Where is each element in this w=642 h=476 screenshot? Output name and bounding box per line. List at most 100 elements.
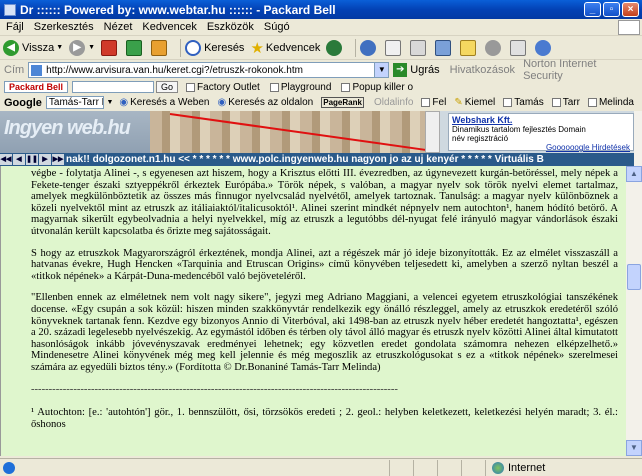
search-button[interactable]: Keresés <box>185 39 244 56</box>
playground-link[interactable]: Playground <box>269 82 331 93</box>
marquee-back-icon[interactable]: ◀ <box>13 154 25 165</box>
article-paragraph: végbe - folytatja Alinei -, s egyenesen … <box>31 168 618 237</box>
menu-edit[interactable]: Szerkesztés <box>34 21 94 33</box>
menu-tools[interactable]: Eszközök <box>207 21 254 33</box>
search-site-button[interactable]: ◉ Keresés az oldalon <box>217 97 313 108</box>
factory-outlet-link[interactable]: Factory Outlet <box>186 82 260 93</box>
status-cell <box>414 459 438 476</box>
internet-globe-icon <box>492 461 504 474</box>
mail-icon <box>385 39 402 56</box>
go-button[interactable]: ➔ Ugrás <box>393 63 440 77</box>
ingyenweb-logo[interactable]: Ingyen web.hu <box>0 111 150 153</box>
menu-view[interactable]: Nézet <box>104 21 133 33</box>
scroll-up-icon[interactable]: ▲ <box>626 166 642 182</box>
menu-bar: Fájl Szerkesztés Nézet Kedvencek Eszközö… <box>0 19 642 36</box>
menu-help[interactable]: Súgó <box>264 21 290 33</box>
highlight-button[interactable]: ✎ Kiemel <box>454 97 495 108</box>
research-button[interactable] <box>510 39 529 56</box>
media-button[interactable] <box>326 39 345 56</box>
article-frame: végbe - folytatja Alinei -, s egyenesen … <box>0 166 626 456</box>
packard-search-input[interactable] <box>72 81 155 93</box>
news-marquee: ◀◀ ◀ ❚❚ ▶ ▶▶ nak!! dolgozonet.n1.hu << *… <box>0 153 634 166</box>
tools-button[interactable] <box>535 39 554 56</box>
marquee-forward-icon[interactable]: ▶ <box>39 154 51 165</box>
scroll-thumb[interactable] <box>627 264 641 290</box>
google-ad[interactable]: Webshark Kft. Dinamikus tartalom fejlesz… <box>448 113 634 152</box>
term-melinda-button[interactable]: Melinda <box>587 97 634 108</box>
scroll-down-icon[interactable]: ▼ <box>626 440 642 456</box>
refresh-button[interactable] <box>126 39 145 56</box>
search-web-icon: ◉ <box>119 97 129 108</box>
home-button[interactable] <box>151 39 170 56</box>
search-site-icon: ◉ <box>217 97 227 108</box>
print-icon <box>410 39 427 56</box>
minimize-button[interactable]: _ <box>584 2 601 17</box>
forward-dropdown-icon[interactable]: ▼ <box>88 44 95 51</box>
home-icon <box>151 39 168 56</box>
packard-go-button[interactable]: Go <box>156 81 179 93</box>
window-title: Dr :::::: Powered by: www.webtar.hu ::::… <box>20 2 336 17</box>
address-input[interactable]: http://www.arvisura.van.hu/keret.cgi?/et… <box>28 62 390 78</box>
back-dropdown-icon[interactable]: ▼ <box>56 44 63 51</box>
ad-footer-link[interactable]: Goooooogle Hirdetések <box>452 143 630 152</box>
maximize-button[interactable]: ▫ <box>603 2 620 17</box>
menu-file[interactable]: Fájl <box>6 21 24 33</box>
site-banner: Ingyen web.hu Webshark Kft. Dinamikus ta… <box>0 111 634 153</box>
up-icon <box>421 98 431 107</box>
security-zone[interactable]: Internet <box>486 461 545 474</box>
up-button[interactable]: Fel <box>421 97 446 108</box>
status-message <box>0 459 390 476</box>
address-url[interactable]: http://www.arvisura.van.hu/keret.cgi?/et… <box>46 65 374 76</box>
stop-icon <box>101 39 118 56</box>
close-button[interactable]: × <box>622 2 639 17</box>
packard-toolbar: Packard Bell Go Factory Outlet Playgroun… <box>0 80 642 94</box>
term-tamas-button[interactable]: Tamás <box>503 97 544 108</box>
google-dropdown-icon[interactable]: ▼ <box>106 96 114 109</box>
mail-button[interactable] <box>385 39 404 56</box>
print-button[interactable] <box>410 39 429 56</box>
toolbar-separator <box>355 38 357 57</box>
term-melinda-icon <box>587 98 597 107</box>
history-icon <box>360 39 377 56</box>
term-tarr-icon <box>551 98 561 107</box>
packard-bell-button[interactable]: Packard Bell <box>4 81 69 93</box>
search-icon <box>185 39 202 56</box>
ad-line-1: Dinamikus tartalom fejlesztés Domain <box>452 125 586 134</box>
favorites-button[interactable]: ★ Kedvencek <box>250 39 320 57</box>
highlight-icon: ✎ <box>454 97 463 108</box>
google-logo[interactable]: Google <box>4 97 42 109</box>
popup-killer-toggle[interactable]: Popup killer o <box>341 82 413 93</box>
research-icon <box>510 39 527 56</box>
forward-button[interactable]: ▶ ▼ <box>69 39 95 56</box>
marquee-fastforward-icon[interactable]: ▶▶ <box>52 154 64 165</box>
google-search-input[interactable]: Tamás-Tarr Melinda <box>45 96 105 109</box>
edit-button[interactable] <box>435 39 454 56</box>
term-tamas-icon <box>503 98 513 107</box>
back-button[interactable]: ◀ Vissza ▼ <box>3 39 63 56</box>
pagerank-indicator: PageRank <box>321 97 364 108</box>
tools-icon <box>535 39 552 56</box>
term-tarr-button[interactable]: Tarr <box>551 97 580 108</box>
norton-security-button[interactable]: Norton Internet Security <box>523 58 634 82</box>
folder-button[interactable] <box>460 39 479 56</box>
menu-favorites[interactable]: Kedvencek <box>142 21 196 33</box>
status-cell <box>390 459 414 476</box>
ad-title[interactable]: Webshark Kft. <box>452 116 630 125</box>
title-bar: Dr :::::: Powered by: www.webtar.hu ::::… <box>0 0 642 19</box>
history-button[interactable] <box>360 39 379 56</box>
oldalinfo-button[interactable]: Oldalinfo <box>374 97 413 108</box>
search-web-button[interactable]: ◉ Keresés a Weben <box>119 97 209 108</box>
marquee-text[interactable]: nak!! dolgozonet.n1.hu << * * * * * * ww… <box>66 154 544 165</box>
star-icon: ★ <box>250 39 264 57</box>
links-button[interactable]: Hivatkozások <box>450 64 515 76</box>
address-label: Cím <box>4 64 25 76</box>
marquee-rewind-icon[interactable]: ◀◀ <box>0 154 12 165</box>
stop-button[interactable] <box>101 39 120 56</box>
marquee-pause-icon[interactable]: ❚❚ <box>26 154 38 165</box>
google-toolbar: Google Tamás-Tarr Melinda ▼ ◉Keresés a W… <box>0 95 642 110</box>
footnote: ¹ Autochton: [e.: 'autohtón'] gör., 1. b… <box>31 407 618 430</box>
vertical-scrollbar[interactable]: ▲ ▼ <box>626 166 642 456</box>
address-dropdown-icon[interactable]: ▼ <box>374 63 389 77</box>
messenger-button[interactable] <box>485 39 504 56</box>
factory-icon <box>186 82 196 92</box>
